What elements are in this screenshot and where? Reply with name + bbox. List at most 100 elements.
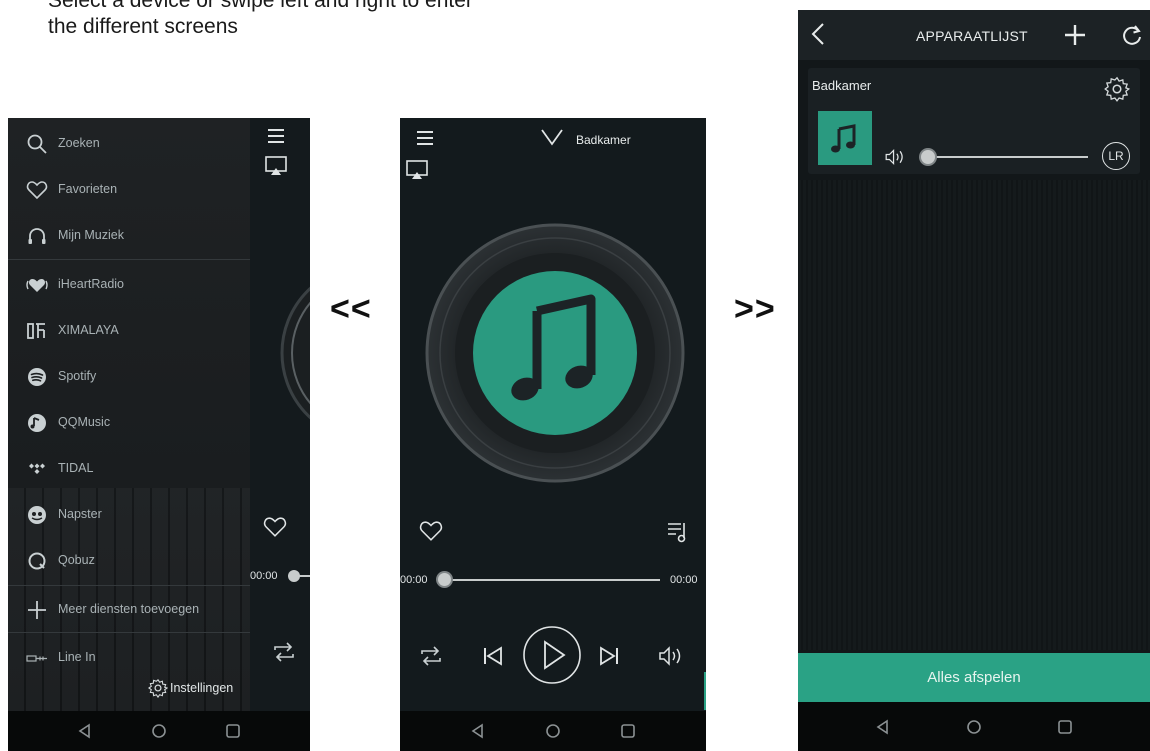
recents-nav-icon[interactable] (1057, 719, 1073, 735)
instruction-line-1: Select a device or swipe left and right … (48, 0, 473, 12)
recents-nav-icon[interactable] (225, 723, 241, 739)
menu-item-spotify[interactable]: Spotify (8, 353, 250, 399)
progress-thumb[interactable] (288, 570, 300, 582)
menu-divider (8, 632, 250, 633)
repeat-icon[interactable] (272, 641, 296, 663)
menu-item-mijn-muziek[interactable]: Mijn Muziek (8, 212, 250, 258)
playlist-icon[interactable] (666, 520, 690, 544)
qobuz-icon (28, 552, 46, 570)
hamburger-menu-icon[interactable] (267, 128, 285, 144)
device-name: Badkamer (812, 78, 872, 93)
back-nav-icon[interactable] (875, 719, 891, 735)
player-screen: Badkamer 00:00 00:00 (400, 118, 706, 751)
play-icon (544, 640, 566, 670)
line-in-icon (26, 655, 47, 662)
airplay-icon[interactable] (265, 156, 287, 176)
menu-item-qqmusic[interactable]: QQMusic (8, 399, 250, 445)
previous-track-icon[interactable] (482, 646, 504, 666)
side-drawer: Zoeken Favorieten Mijn Muziek iHeartRadi… (8, 118, 250, 711)
menu-item-zoeken[interactable]: Zoeken (8, 120, 250, 166)
settings-label: Instellingen (170, 681, 234, 695)
repeat-icon[interactable] (419, 645, 443, 667)
heart-icon (26, 181, 48, 200)
refresh-icon[interactable] (1121, 24, 1143, 46)
add-device-icon[interactable] (1064, 24, 1086, 46)
heart-icon[interactable] (418, 520, 444, 542)
device-album-art (818, 111, 872, 165)
accent-edge (704, 672, 706, 710)
gear-icon (148, 679, 168, 698)
device-list-screen: APPARAATLIJST Badkamer LR Alles afspelen (798, 10, 1150, 751)
next-track-icon[interactable] (598, 646, 620, 666)
spotify-icon (28, 368, 46, 386)
music-note-icon (831, 124, 856, 153)
menu-item-meer-diensten[interactable]: Meer diensten toevoegen (8, 586, 250, 632)
android-nav-bar (400, 711, 706, 751)
back-nav-icon[interactable] (77, 723, 93, 739)
menu-item-line-in[interactable]: Line In (8, 634, 250, 680)
menu-item-qobuz[interactable]: Qobuz (8, 537, 250, 583)
menu-divider (8, 259, 250, 260)
menu-label: QQMusic (58, 415, 111, 429)
list-background (798, 180, 1150, 650)
swipe-right-arrow: >> (734, 290, 776, 328)
menu-label: Mijn Muziek (58, 228, 124, 242)
play-all-button[interactable]: Alles afspelen (798, 653, 1150, 702)
settings-button[interactable]: Instellingen (148, 678, 233, 698)
volume-icon[interactable] (884, 148, 908, 166)
gear-icon[interactable] (1104, 76, 1130, 102)
time-current: 00:00 (400, 574, 428, 586)
recents-nav-icon[interactable] (620, 723, 636, 739)
channel-badge[interactable]: LR (1102, 142, 1130, 170)
menu-item-napster[interactable]: Napster (8, 491, 250, 537)
qqmusic-icon (28, 414, 46, 432)
instruction-text: Select a device or swipe left and right … (48, 0, 608, 40)
chevron-down-icon[interactable] (540, 128, 564, 146)
menu-screen: Zoeken Favorieten Mijn Muziek iHeartRadi… (8, 118, 310, 751)
menu-label: XIMALAYA (58, 323, 119, 337)
instruction-line-2: the different screens (48, 15, 238, 38)
menu-label: iHeartRadio (58, 277, 125, 291)
menu-item-favorieten[interactable]: Favorieten (8, 166, 250, 212)
vinyl-record (425, 223, 685, 483)
iheartradio-icon (26, 279, 48, 292)
home-nav-icon[interactable] (151, 723, 167, 739)
play-button[interactable] (522, 625, 582, 685)
menu-label: Meer diensten toevoegen (58, 602, 200, 616)
page-title: APPARAATLIJST (916, 28, 1028, 44)
menu-label: Favorieten (58, 182, 118, 196)
volume-icon[interactable] (658, 645, 686, 667)
device-card[interactable]: Badkamer LR (808, 68, 1140, 174)
android-nav-bar (798, 702, 1150, 751)
tidal-icon (29, 463, 45, 474)
airplay-icon[interactable] (406, 160, 428, 180)
menu-item-iheartradio[interactable]: iHeartRadio (8, 261, 250, 307)
menu-item-ximalaya[interactable]: XIMALAYA (8, 307, 250, 353)
device-name[interactable]: Badkamer (576, 133, 631, 147)
menu-label: Qobuz (58, 553, 95, 567)
volume-thumb[interactable] (921, 150, 935, 164)
back-arrow-icon[interactable] (810, 22, 826, 46)
back-nav-icon[interactable] (470, 723, 486, 739)
hamburger-menu-icon[interactable] (416, 130, 434, 146)
menu-label: Line In (58, 650, 96, 664)
heart-icon[interactable] (262, 516, 288, 538)
menu-label: TIDAL (58, 461, 94, 475)
time-total: 00:00 (670, 574, 698, 586)
player-peek: 00:00 (250, 118, 310, 711)
menu-label: Zoeken (58, 136, 100, 150)
home-nav-icon[interactable] (545, 723, 561, 739)
headphones-icon (28, 228, 46, 244)
time-current: 00:00 (250, 570, 278, 582)
swipe-left-arrow: << (330, 290, 372, 328)
search-icon (27, 134, 47, 154)
menu-label: Napster (58, 507, 102, 521)
menu-label: Spotify (58, 369, 97, 383)
vinyl-edge (280, 286, 310, 420)
top-bar: APPARAATLIJST (798, 10, 1150, 60)
menu-item-tidal[interactable]: TIDAL (8, 445, 250, 491)
napster-icon (28, 506, 46, 524)
home-nav-icon[interactable] (966, 719, 982, 735)
ximalaya-icon (27, 323, 45, 339)
progress-thumb[interactable] (438, 573, 451, 586)
